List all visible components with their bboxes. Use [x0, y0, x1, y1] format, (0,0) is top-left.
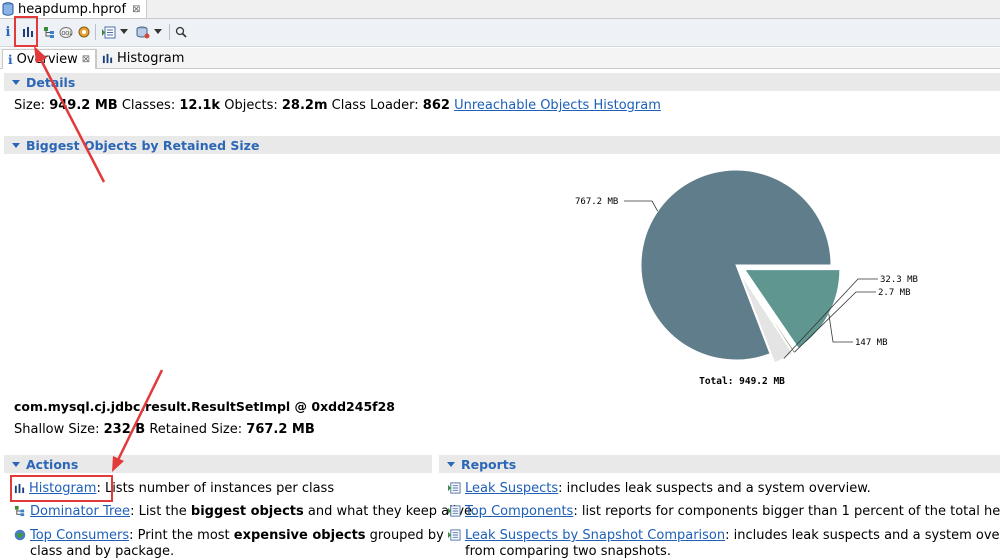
report-item-top-components: Top Components: list reports for compone… [448, 504, 1000, 519]
dominator-tree-bold: biggest objects [190, 504, 304, 519]
actions-section-header[interactable]: Actions [4, 455, 432, 473]
highlight-box-toolbar [14, 16, 38, 47]
info-icon: i [8, 52, 13, 67]
pie-leader-line [624, 200, 659, 212]
tab-overview[interactable]: i Overview ⊠ [2, 49, 97, 69]
size-value: 949.2 MB [49, 98, 118, 113]
toolbar-separator [168, 23, 170, 41]
pie-total-label: Total: 949.2 MB [699, 376, 785, 387]
dominator-tree-action-link[interactable]: Dominator Tree [30, 504, 130, 519]
snapshot-comparison-text-line2: from comparing two snapshots. [465, 544, 671, 559]
top-consumers-text-line2: class and by package. [30, 544, 175, 559]
query-browser-icon [136, 26, 150, 39]
histogram-icon [102, 53, 113, 64]
info-icon[interactable]: i [3, 23, 13, 41]
reports-section-header[interactable]: Reports [439, 455, 1000, 473]
actions-heading: Actions [26, 456, 79, 472]
pie-slice-label: 32.3 MB [880, 275, 918, 285]
collapse-triangle-icon [12, 142, 20, 148]
search-icon [175, 26, 187, 38]
oql-button[interactable]: OQL [58, 23, 74, 41]
details-heading: Details [26, 74, 76, 90]
toolbar: i OQL [0, 16, 1000, 47]
globe-icon [14, 529, 26, 541]
close-icon[interactable]: ⊠ [132, 4, 140, 15]
oql-icon: OQL [59, 26, 73, 38]
size-label: Size: [14, 98, 46, 113]
top-consumers-bold: expensive objects [233, 528, 366, 543]
details-summary: Size: 949.2 MB Classes: 12.1k Objects: 2… [14, 98, 661, 113]
class-loader-label: Class Loader: [331, 98, 419, 113]
collapse-triangle-icon [12, 461, 20, 467]
pie-slice-label: 147 MB [855, 338, 888, 348]
leak-suspects-report-link[interactable]: Leak Suspects [465, 481, 558, 496]
report-item-leak-suspects: Leak Suspects: includes leak suspects an… [448, 481, 871, 496]
unreachable-objects-histogram-link[interactable]: Unreachable Objects Histogram [454, 98, 661, 113]
retained-size-pie-chart[interactable]: 767.2 MB 147 MB 2.7 MB 32.3 MB Total: 949.2 … [0, 156, 1000, 416]
editor-tab-title: heapdump.hprof [18, 1, 127, 17]
class-loader-value: 862 [422, 98, 450, 113]
shallow-size-value: 232 B [103, 422, 146, 437]
snapshot-comparison-report-link[interactable]: Leak Suspects by Snapshot Comparison [465, 528, 725, 543]
view-tab-bar: i Overview ⊠ Histogram [0, 48, 1000, 69]
tab-histogram-label: Histogram [117, 51, 185, 66]
pie-leader-line [828, 314, 853, 343]
biggest-objects-heading: Biggest Objects by Retained Size [26, 137, 260, 153]
classes-label: Classes: [121, 98, 176, 113]
report-icon [448, 505, 461, 517]
leak-suspects-text: : includes leak suspects and a system ov… [558, 481, 871, 496]
pie-slice-label: 2.7 MB [878, 288, 911, 298]
retained-size-value: 767.2 MB [246, 422, 315, 437]
editor-tab-bar: heapdump.hprof ⊠ [0, 0, 1000, 19]
close-icon[interactable]: ⊠ [82, 54, 90, 65]
dominator-tree-text: : List the [130, 504, 191, 519]
top-consumers-text: : Print the most [129, 528, 234, 543]
top-consumers-text-end: grouped by [365, 528, 444, 543]
tab-histogram[interactable]: Histogram [96, 49, 189, 68]
chevron-down-icon [154, 29, 162, 34]
reports-dropdown-button[interactable] [100, 23, 130, 41]
top-components-text: : list reports for components bigger tha… [573, 504, 1000, 519]
pie-slice-label: 767.2 MB [575, 197, 618, 207]
gear-heap-icon [78, 26, 90, 38]
heap-dump-overview-button[interactable] [76, 23, 92, 41]
top-components-report-link[interactable]: Top Components [465, 504, 573, 519]
shallow-size-label: Shallow Size: [14, 422, 100, 437]
reports-heading: Reports [461, 456, 517, 472]
report-icon [448, 529, 461, 541]
biggest-object-name: com.mysql.cj.jdbc.result.ResultSetImpl @… [14, 399, 395, 414]
dominator-tree-icon [43, 26, 54, 38]
histogram-action-text: : Lists number of instances per class [96, 481, 335, 496]
classes-value: 12.1k [179, 98, 221, 113]
database-icon [2, 2, 14, 16]
action-item-dominator-tree: Dominator Tree: List the biggest objects… [14, 504, 476, 519]
svg-text:OQL: OQL [62, 31, 73, 37]
biggest-object-sizes: Shallow Size: 232 B Retained Size: 767.2… [14, 422, 315, 437]
report-icon [448, 482, 461, 494]
query-browser-dropdown-button[interactable] [134, 23, 164, 41]
dominator-tree-icon [14, 505, 25, 517]
objects-label: Objects: [224, 98, 278, 113]
retained-size-label: Retained Size: [149, 422, 243, 437]
objects-value: 28.2m [281, 98, 328, 113]
chevron-down-icon [120, 29, 128, 34]
details-section-header[interactable]: Details [4, 73, 1000, 91]
search-button[interactable] [174, 23, 188, 41]
top-consumers-action-link[interactable]: Top Consumers [30, 528, 129, 543]
tab-overview-label: Overview [16, 52, 78, 67]
snapshot-comparison-text: : includes leak suspects and a system ov… [725, 528, 1000, 543]
collapse-triangle-icon [447, 461, 455, 467]
biggest-objects-section-header[interactable]: Biggest Objects by Retained Size [4, 136, 1000, 154]
toolbar-separator [94, 23, 96, 41]
action-item-top-consumers: Top Consumers: Print the most expensive … [14, 528, 444, 560]
report-item-snapshot-comparison: Leak Suspects by Snapshot Comparison: in… [448, 528, 1000, 560]
dominator-tree-button[interactable] [41, 23, 57, 41]
collapse-triangle-icon [12, 79, 20, 85]
highlight-box-histogram-link [10, 475, 113, 502]
report-icon [102, 26, 116, 38]
